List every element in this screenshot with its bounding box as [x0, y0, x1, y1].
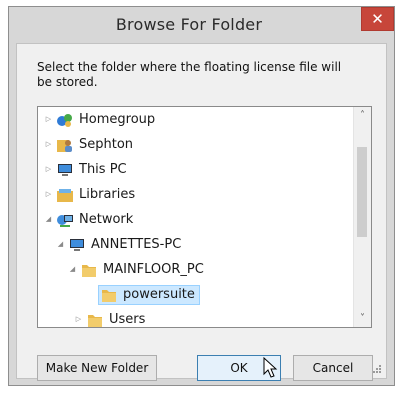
scroll-thumb[interactable]	[357, 147, 367, 237]
close-button[interactable]: ✕	[361, 7, 394, 31]
tree-item-sephton[interactable]: ▷ Sephton	[44, 132, 354, 157]
network-icon	[56, 212, 74, 228]
tree-item-label: Network	[79, 212, 134, 227]
expand-arrow-icon[interactable]: ▷	[44, 115, 53, 124]
tree-item-label: ANNETTES-PC	[91, 237, 182, 252]
folder-icon	[80, 262, 98, 278]
browse-for-folder-dialog: Browse For Folder ✕ Select the folder wh…	[8, 6, 395, 386]
tree-item-network[interactable]: ◢ Network	[44, 207, 354, 232]
tree-item-label: powersuite	[123, 287, 195, 302]
collapse-arrow-icon[interactable]: ◢	[44, 215, 53, 224]
tree-item-label: Users	[109, 312, 146, 327]
tree-item-label: This PC	[79, 162, 127, 177]
selected-item-highlight[interactable]: powersuite	[98, 284, 200, 305]
folder-icon	[86, 312, 104, 328]
vertical-scrollbar[interactable]: ˄ ˅	[353, 107, 371, 327]
tree-item-mainfloor-pc[interactable]: ◢ MAINFLOOR_PC	[68, 257, 371, 282]
cancel-button[interactable]: Cancel	[293, 355, 373, 381]
folder-tree[interactable]: ▷ Homegroup ▷ Sephton ▷ This PC ▷ Librar…	[37, 106, 372, 328]
tree-item-label: Libraries	[79, 187, 136, 202]
title-bar[interactable]: Browse For Folder ✕	[9, 7, 394, 43]
tree-item-powersuite[interactable]: powersuite	[86, 282, 371, 307]
resize-grip-icon[interactable]	[372, 364, 382, 374]
window-title: Browse For Folder	[115, 15, 263, 34]
instructions-text: Select the folder where the floating lic…	[37, 60, 342, 89]
tree-item-libraries[interactable]: ▷ Libraries	[44, 182, 354, 207]
collapse-arrow-icon[interactable]: ◢	[68, 265, 77, 274]
tree-item-annettes-pc[interactable]: ◢ ANNETTES-PC	[56, 232, 366, 257]
computer-icon	[56, 162, 74, 178]
folder-icon	[100, 287, 118, 303]
tree-item-users[interactable]: ▷ Users	[74, 307, 371, 328]
expand-arrow-icon[interactable]: ▷	[74, 315, 83, 324]
tree-item-label: Sephton	[79, 137, 134, 152]
make-new-folder-button[interactable]: Make New Folder	[37, 355, 157, 381]
dialog-client-area: Select the folder where the floating lic…	[16, 43, 387, 381]
collapse-arrow-icon[interactable]: ◢	[56, 240, 65, 249]
scroll-up-icon[interactable]: ˄	[354, 107, 371, 124]
homegroup-icon	[56, 112, 74, 128]
tree-item-homegroup[interactable]: ▷ Homegroup	[44, 107, 354, 132]
tree-item-label: Homegroup	[79, 112, 156, 127]
user-folder-icon	[56, 137, 74, 153]
expand-arrow-icon[interactable]: ▷	[44, 190, 53, 199]
libraries-icon	[56, 187, 74, 203]
computer-icon	[68, 237, 86, 253]
tree-item-this-pc[interactable]: ▷ This PC	[44, 157, 354, 182]
tree-item-label: MAINFLOOR_PC	[103, 262, 204, 277]
expand-arrow-icon[interactable]: ▷	[44, 140, 53, 149]
mouse-cursor-icon	[263, 357, 278, 378]
scroll-down-icon[interactable]: ˅	[354, 310, 371, 327]
expand-arrow-icon[interactable]: ▷	[44, 165, 53, 174]
